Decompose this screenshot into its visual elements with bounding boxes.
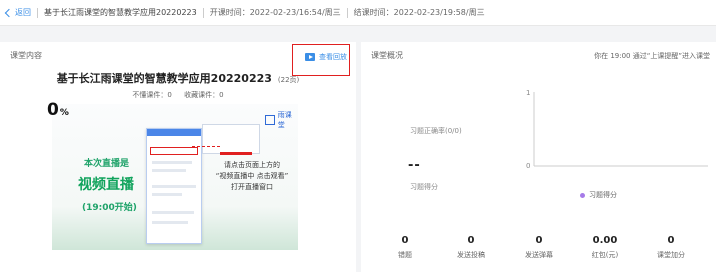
chart-legend: 习题得分 [580, 190, 617, 200]
pointer-arrow [192, 146, 220, 147]
stats-row: 0 错题 0 发送投稿 0 发送弹幕 0.00 红包(元) 0 课堂加分 [361, 226, 716, 272]
stat-label: 发送投稿 [457, 251, 485, 259]
chart-y-max: 1 [526, 89, 530, 97]
accuracy-number: 0 [47, 100, 59, 120]
replay-button[interactable]: 查看回放 [305, 52, 347, 62]
course-name: 基于长江雨课堂的智慧教学应用20220223 [56, 72, 272, 85]
poster-instructions: 请点击页面上方的 “视频直播中 点击观看” 打开直播窗口 [212, 160, 292, 193]
live-stream-poster[interactable]: 雨课堂 本次直播是 视频直播 (19:00开始) 请点击页面上方的 “视频直播中… [52, 104, 298, 250]
app-popup-mockup [202, 124, 260, 154]
poster-line-3: (19:00开始) [82, 203, 137, 213]
score-value: -- [408, 158, 421, 173]
replay-label: 查看回放 [319, 53, 347, 61]
stat-value: 0 [401, 235, 409, 246]
top-bar: 返回 基于长江雨课堂的智慧教学应用20220223 开课时间：2022-02-2… [0, 0, 716, 26]
mockup-line [152, 221, 188, 224]
video-play-icon [305, 53, 315, 61]
score-label: 习题得分 [410, 183, 438, 191]
mockup-line [152, 169, 186, 172]
chevron-left-icon [4, 8, 14, 17]
overview-title: 课堂概况 [371, 51, 403, 60]
stat-label: 红包(元) [591, 251, 619, 259]
chart-y-min: 0 [526, 162, 530, 170]
divider [346, 7, 348, 18]
stat-submissions: 0 发送投稿 [437, 235, 505, 260]
accuracy-unit: % [59, 108, 69, 118]
legend-dot [580, 192, 585, 198]
mockup-live-pill [220, 152, 252, 155]
mockup-highlight [150, 147, 198, 155]
mockup-line [152, 161, 192, 164]
mockup-line [152, 185, 196, 188]
instruction-line: 请点击页面上方的 [224, 161, 280, 169]
course-title: 基于长江雨课堂的智慧教学应用20220223 [44, 8, 197, 17]
accuracy-label: 习题正确率(0/0) [410, 127, 462, 135]
entry-hint: 你在 19:00 通过“上课提醒”进入课堂 [594, 52, 710, 60]
stat-label: 发送弹幕 [525, 251, 553, 259]
course-name-heading: 基于长江雨课堂的智慧教学应用20220223 (22页) [0, 70, 356, 86]
divider [202, 7, 204, 18]
logo-text: 雨课堂 [277, 111, 292, 129]
instruction-line: “视频直播中 点击观看” [215, 172, 289, 180]
stat-value: 0.00 [592, 235, 618, 246]
stat-label: 错题 [398, 251, 412, 259]
mockup-line [152, 193, 182, 196]
poster-line-2: 视频直播 [78, 177, 134, 193]
poster-line-1: 本次直播是 [84, 159, 130, 169]
stat-label: 课堂加分 [657, 251, 685, 259]
stat-value: 0 [667, 235, 675, 246]
mockup-header [147, 129, 201, 136]
end-time: 结课时间：2022-02-23/19:58/周三 [353, 8, 485, 17]
stat-danmaku: 0 发送弹幕 [505, 235, 573, 260]
stat-value: 0 [467, 235, 475, 246]
logo-icon [265, 115, 275, 125]
stat-wrong: 0 错题 [371, 235, 439, 260]
stat-value: 0 [535, 235, 543, 246]
mockup-line [152, 211, 194, 214]
back-label: 返回 [15, 8, 31, 17]
stat-red-packet: 0.00 红包(元) [571, 235, 639, 260]
accuracy-value: 0% [47, 100, 69, 120]
instruction-line: 打开直播窗口 [231, 183, 273, 191]
score-chart: 1 0 [526, 89, 708, 170]
divider [37, 7, 38, 18]
page-count: (22页) [277, 76, 300, 84]
unread-count: 不懂课件：0 [132, 91, 172, 99]
favorite-count: 收藏课件：0 [184, 91, 224, 99]
legend-label: 习题得分 [589, 191, 617, 199]
rain-classroom-logo: 雨课堂 [265, 110, 298, 130]
back-button[interactable]: 返回 [4, 7, 31, 18]
start-time: 开课时间：2022-02-23/16:54/周三 [209, 8, 341, 17]
slide-counts: 不懂课件：0 收藏课件：0 [0, 90, 356, 100]
course-content-title: 课堂内容 [10, 51, 42, 60]
stat-bonus: 0 课堂加分 [637, 235, 705, 260]
